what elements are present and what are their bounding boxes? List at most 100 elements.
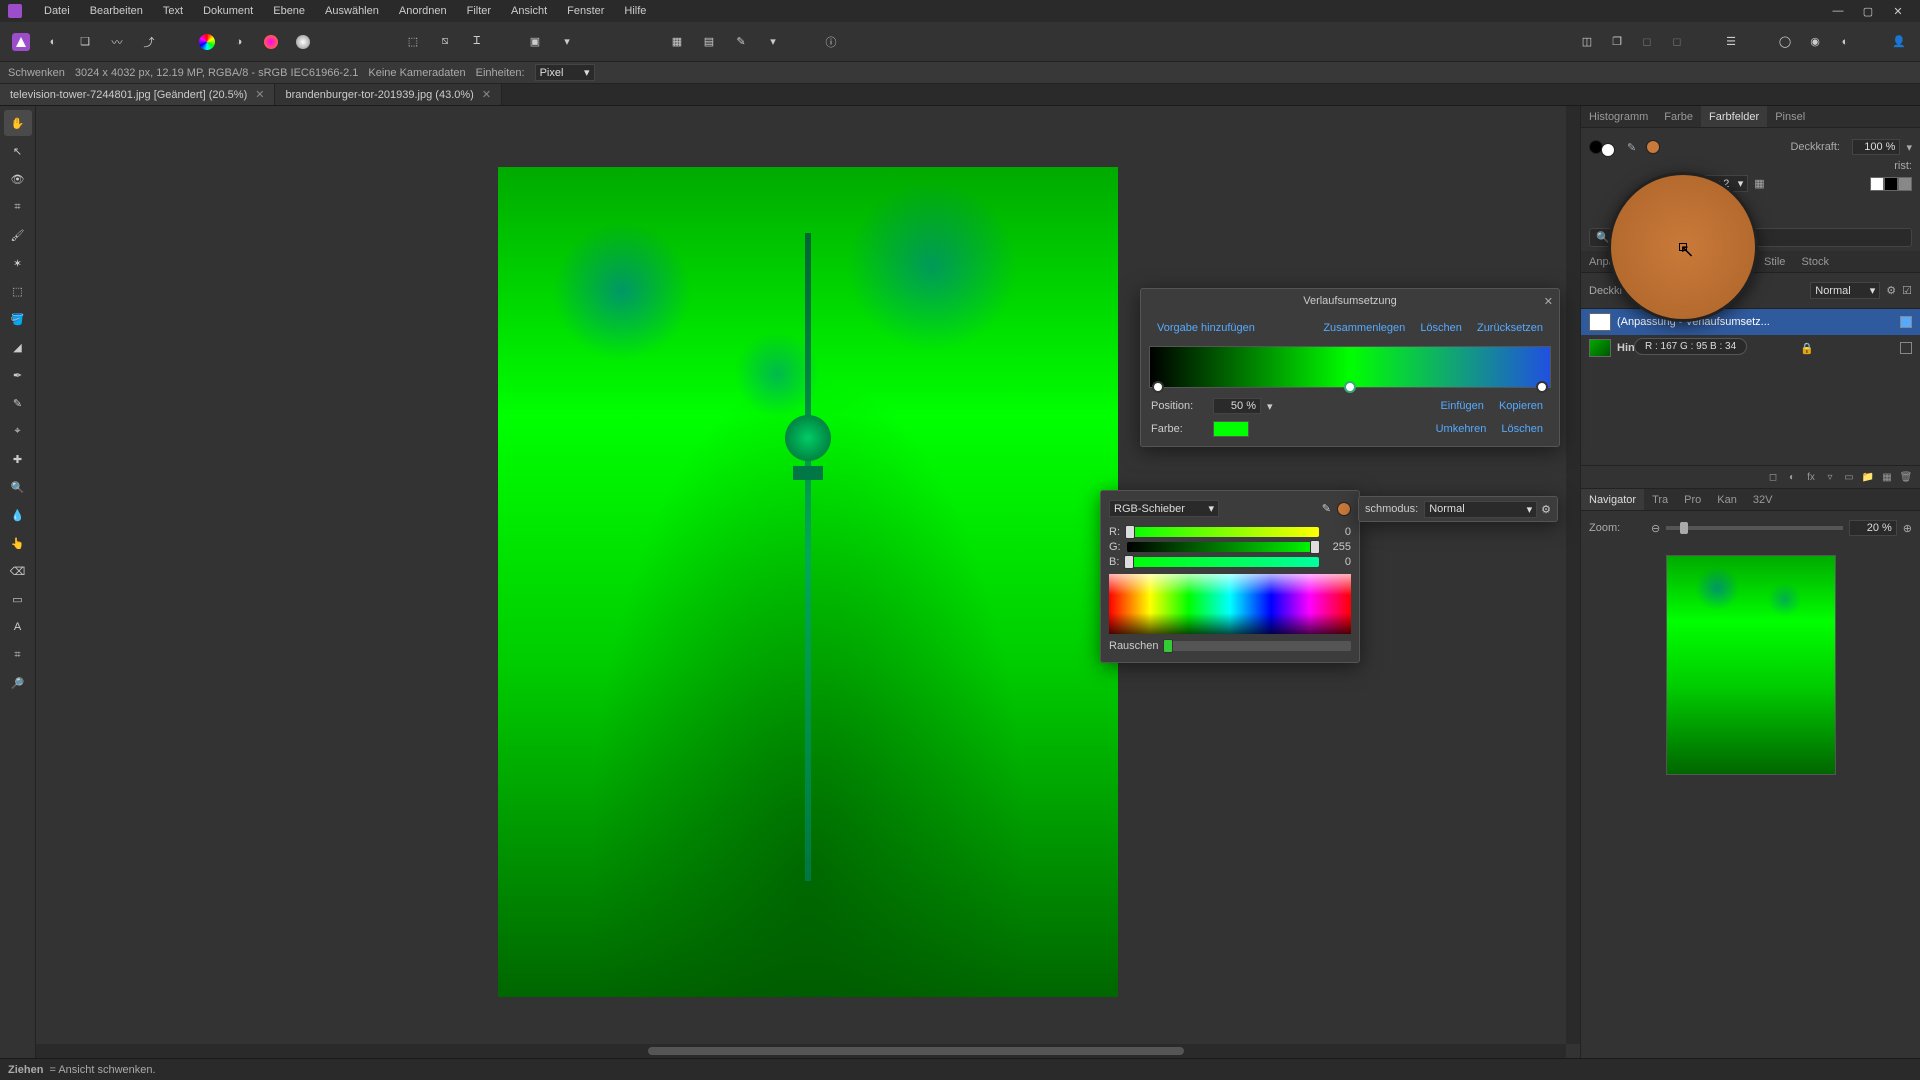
gradient-stop-mid[interactable] [1344,381,1356,393]
gradient-stop-right[interactable] [1536,381,1548,393]
menu-anordnen[interactable]: Anordnen [389,1,457,21]
view-tool[interactable]: 👁 [4,166,32,192]
layer-y-icon[interactable]: ◻ [1664,29,1690,55]
tab-farbfelder[interactable]: Farbfelder [1701,106,1767,127]
chevron-down-icon[interactable]: ▾ [760,29,786,55]
picker-mode-dropdown[interactable]: RGB-Schieber▾ [1109,500,1219,517]
menu-auswaehlen[interactable]: Auswählen [315,1,389,21]
copy-button[interactable]: Kopieren [1493,398,1549,414]
color-wheel-icon[interactable] [194,29,220,55]
b-slider[interactable]: B: 0 [1109,556,1351,568]
refresh-icon[interactable]: ◐ [40,29,66,55]
layer-x-icon[interactable]: ◻ [1634,29,1660,55]
gradient-tool[interactable]: ◢ [4,334,32,360]
smudge-tool[interactable]: 👆 [4,530,32,556]
reset-button[interactable]: Zurücksetzen [1471,320,1549,336]
window-minimize-button[interactable]: — [1824,3,1852,20]
gear-icon[interactable]: ⚙ [1886,284,1896,297]
blend-icon[interactable]: ▿ [1822,469,1838,485]
chevron-down-icon[interactable]: ▾ [1267,400,1273,413]
r-slider[interactable]: R: 0 [1109,526,1351,538]
move-tool[interactable]: ↖ [4,138,32,164]
add-preset-button[interactable]: Vorgabe hinzufügen [1151,320,1261,336]
checkbox-icon[interactable]: ☑ [1902,284,1912,297]
circle2-icon[interactable]: ◉ [1802,29,1828,55]
opacity-field[interactable]: 100 % [1852,139,1900,155]
gear-icon[interactable]: ⚙ [1541,503,1551,516]
color-swatch[interactable] [1213,421,1249,437]
tab-histogramm[interactable]: Histogramm [1581,106,1656,127]
chevron-down-icon[interactable]: ▾ [1906,141,1912,154]
lock-icon[interactable]: 🔒 [1800,342,1814,355]
b-value[interactable]: 0 [1325,556,1351,568]
app-logo-button[interactable] [8,29,34,55]
contrast-icon[interactable]: ◑ [226,29,252,55]
units-dropdown[interactable]: Pixel▾ [535,64,595,81]
eraser-tool[interactable]: ⌫ [4,558,32,584]
info-icon[interactable]: ⓘ [818,29,844,55]
g-value[interactable]: 255 [1325,541,1351,553]
close-icon[interactable]: ✕ [1544,295,1553,308]
tab-navigator[interactable]: Navigator [1581,489,1644,510]
tab-kan[interactable]: Kan [1709,489,1745,510]
blend-mode-dropdown[interactable]: Normal▾ [1810,282,1880,299]
menu-lines-icon[interactable]: ☰ [1718,29,1744,55]
fg-bg-colors[interactable] [1589,137,1615,157]
noise-slider[interactable]: Rauschen [1109,640,1351,652]
dialog-titlebar[interactable]: Verlaufsumsetzung ✕ [1141,289,1559,313]
picker-current-color[interactable] [1337,502,1351,516]
pencil-tool[interactable]: ✎ [4,390,32,416]
g-slider[interactable]: G: 255 [1109,541,1351,553]
window-maximize-button[interactable]: ▢ [1854,3,1882,20]
menu-datei[interactable]: Datei [34,1,80,21]
layer-visible-checkbox[interactable] [1900,316,1912,328]
menu-text[interactable]: Text [153,1,193,21]
menu-hilfe[interactable]: Hilfe [614,1,656,21]
heal-tool[interactable]: ✚ [4,446,32,472]
soft-icon[interactable] [290,29,316,55]
zoom-slider[interactable] [1666,526,1843,530]
window-close-button[interactable]: ✕ [1884,3,1912,20]
brush-tool[interactable]: 🖌 [4,222,32,248]
menu-filter[interactable]: Filter [457,1,501,21]
wand-icon[interactable]: ✎ [728,29,754,55]
circle3-icon[interactable]: ◐ [1832,29,1858,55]
crop-tool[interactable]: ⌗ [4,194,32,220]
hand-tool[interactable]: ✋ [4,110,32,136]
menu-ansicht[interactable]: Ansicht [501,1,557,21]
menu-dokument[interactable]: Dokument [193,1,263,21]
layer-background[interactable]: Hintergrund (Pixel) 🔒 [1581,335,1920,361]
flood-tool[interactable]: 🪣 [4,306,32,332]
zoom-out-icon[interactable]: ⊖ [1651,522,1660,535]
marquee-tool[interactable]: ⬚ [4,278,32,304]
tab-brandenburger[interactable]: brandenburger-tor-201939.jpg (43.0%) ✕ [275,84,502,105]
mask-icon[interactable]: ◻ [1765,469,1781,485]
current-color-swatch[interactable] [1646,140,1660,154]
eyedropper-tool[interactable]: 💧 [4,502,32,528]
zoom-tool[interactable]: 🔍 [4,474,32,500]
stack-icon[interactable]: ▤ [696,29,722,55]
spectrum-picker[interactable] [1109,574,1351,634]
trash-icon[interactable]: 🗑 [1898,469,1914,485]
layer-add-icon[interactable]: ◫ [1574,29,1600,55]
group-icon[interactable]: ▭ [1841,469,1857,485]
grid-view-icon[interactable]: ▦ [1754,177,1764,190]
grid-icon[interactable]: ▦ [1879,469,1895,485]
blend-strip-dropdown[interactable]: Normal▾ [1424,501,1537,518]
eyedropper-icon[interactable]: ✎ [1627,141,1636,154]
layer-adjustment[interactable]: (Anpassung - Verlaufsumsetz... [1581,309,1920,335]
mesh-tool[interactable]: ⌗ [4,642,32,668]
text-tool[interactable]: A [4,614,32,640]
chevron-down-icon[interactable]: ▾ [554,29,580,55]
eyedropper-icon[interactable]: ✎ [1322,502,1331,515]
tab-stile[interactable]: Stile [1756,251,1793,272]
share-icon[interactable]: ⤴ [136,29,162,55]
circle1-icon[interactable]: ◯ [1772,29,1798,55]
menu-fenster[interactable]: Fenster [557,1,614,21]
magnify-tool[interactable]: 🔎 [4,670,32,696]
navigator-preview[interactable] [1581,545,1920,785]
tab-pro[interactable]: Pro [1676,489,1709,510]
delete2-button[interactable]: Löschen [1495,421,1549,437]
zoom-field[interactable]: 20 % [1849,520,1897,536]
close-icon[interactable]: ✕ [255,88,264,101]
